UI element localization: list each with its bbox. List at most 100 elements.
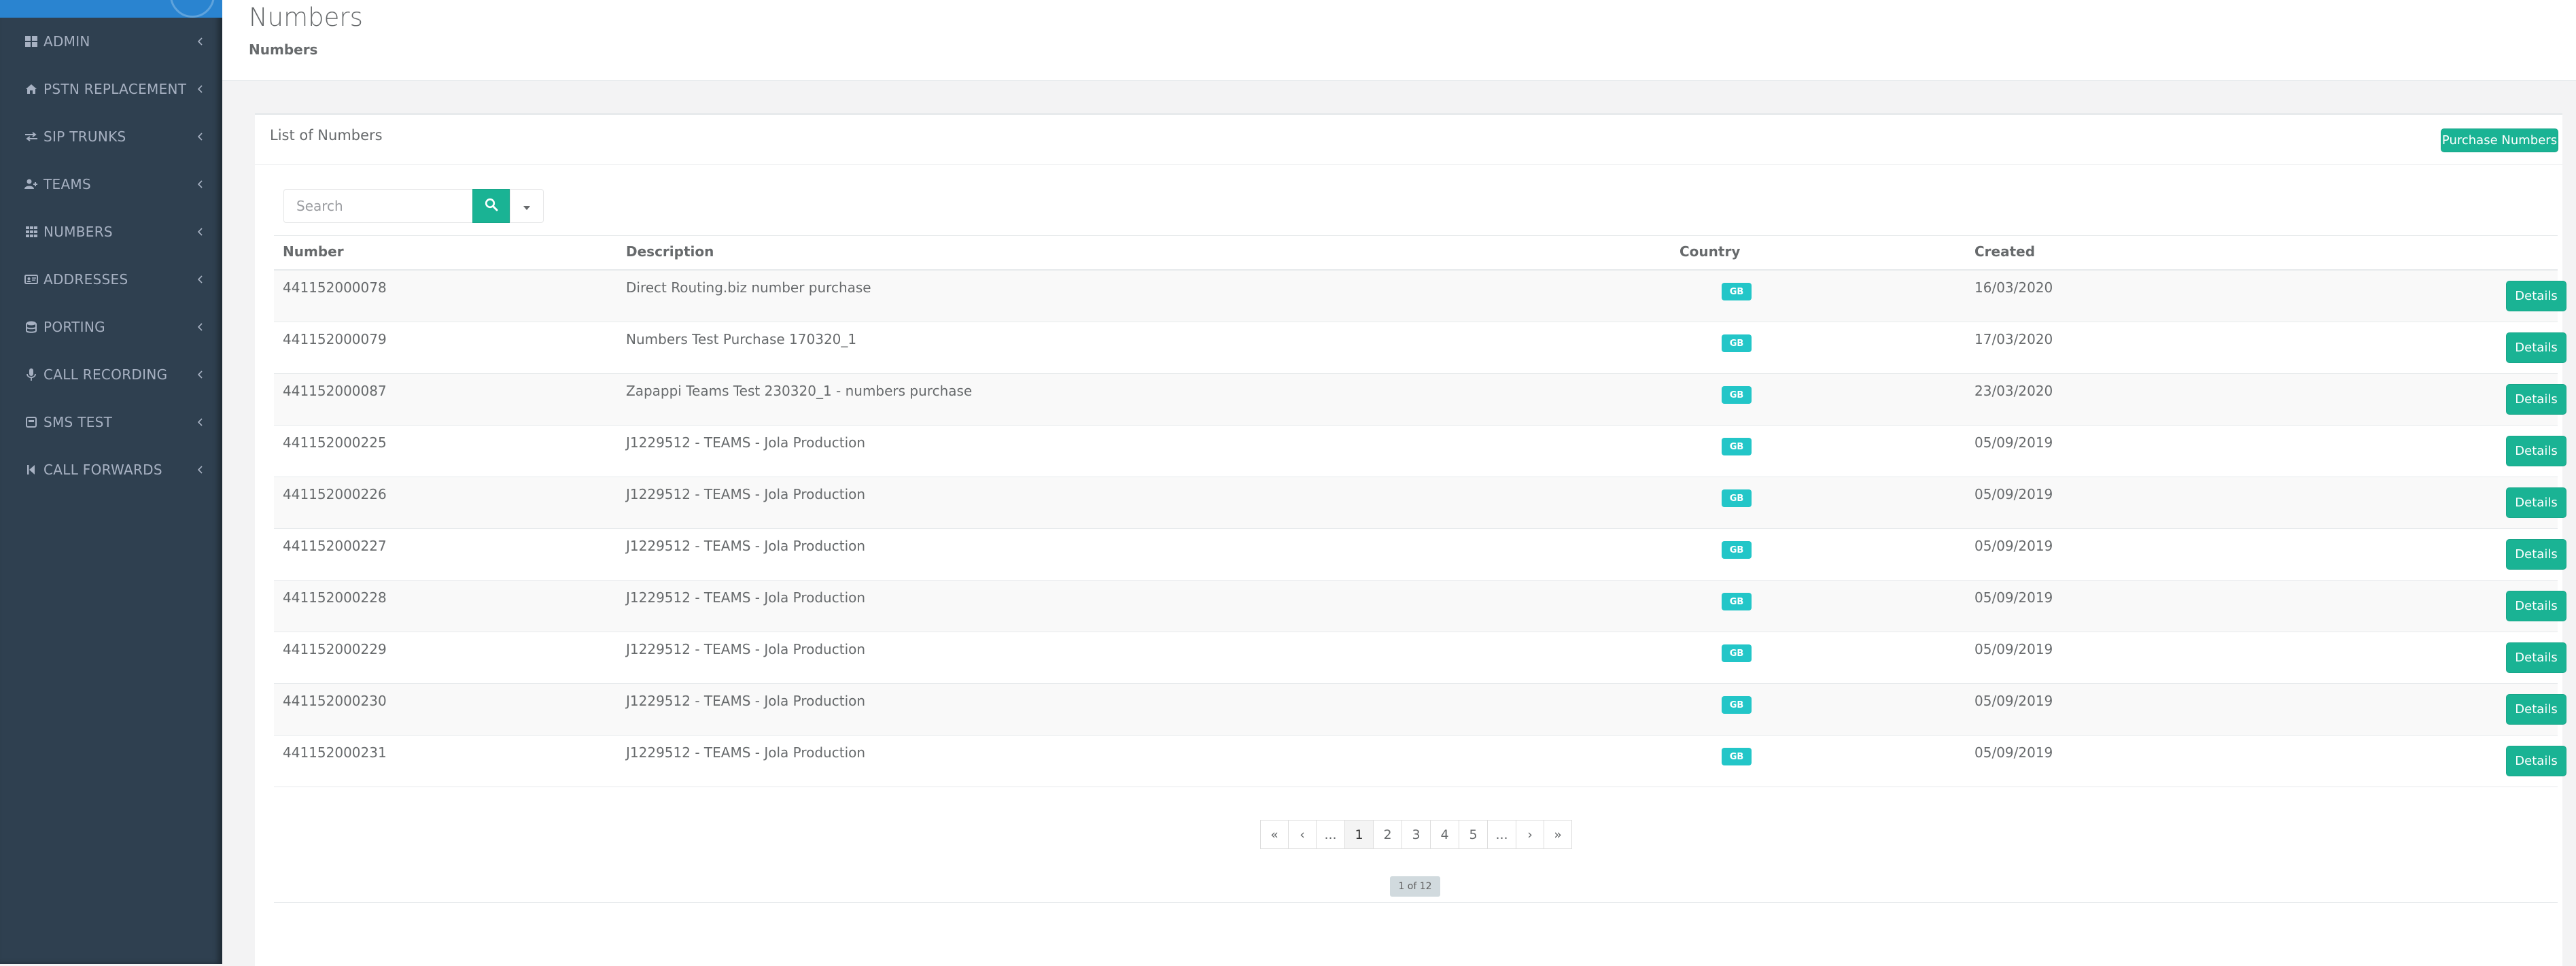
page-button-2[interactable]: 2 [1373, 820, 1402, 849]
details-button[interactable]: Details [2506, 746, 2566, 776]
sidebar-item-label: PORTING [43, 319, 105, 335]
sidebar-item-porting[interactable]: PORTING [0, 308, 222, 346]
pagination: « ‹ ... 1 2 3 4 5 ... › » [1260, 820, 1572, 849]
number-cell: 441152000225 [283, 434, 387, 451]
number-cell: 441152000228 [283, 589, 387, 606]
details-button[interactable]: Details [2506, 281, 2566, 311]
sidebar-item-call-recording[interactable]: CALL RECORDING [0, 356, 222, 394]
details-button[interactable]: Details [2506, 332, 2566, 363]
sidebar-item-teams[interactable]: TEAMS [0, 165, 222, 203]
details-button[interactable]: Details [2506, 436, 2566, 466]
page-first-button[interactable]: « [1260, 820, 1289, 849]
search-input[interactable] [283, 189, 472, 223]
description-cell: J1229512 - TEAMS - Jola Production [626, 641, 866, 657]
sidebar-item-sip-trunks[interactable]: SIP TRUNKS [0, 118, 222, 156]
page-next-button[interactable]: › [1516, 820, 1544, 849]
details-button[interactable]: Details [2506, 642, 2566, 673]
chevron-left-icon [195, 224, 205, 240]
home-icon [23, 81, 39, 97]
country-badge: GB [1722, 696, 1752, 714]
search-options-dropdown[interactable] [510, 189, 544, 223]
chevron-left-icon [195, 271, 205, 288]
th-grid-icon [23, 224, 39, 240]
column-header-country[interactable]: Country [1679, 243, 1740, 260]
description-cell: Zapappi Teams Test 230320_1 - numbers pu… [626, 383, 973, 399]
created-cell: 05/09/2019 [1974, 589, 2053, 606]
chevron-left-icon [195, 128, 205, 145]
details-button[interactable]: Details [2506, 539, 2566, 570]
created-cell: 05/09/2019 [1974, 434, 2053, 451]
sidebar-profile-strip [0, 0, 222, 18]
page-button-3[interactable]: 3 [1402, 820, 1431, 849]
description-cell: J1229512 - TEAMS - Jola Production [626, 744, 866, 761]
sidebar-item-sms-test[interactable]: SMS TEST [0, 403, 222, 441]
country-badge: GB [1722, 438, 1752, 455]
sidebar-item-label: ADDRESSES [43, 271, 128, 288]
page-button-5[interactable]: 5 [1459, 820, 1488, 849]
chevron-left-icon [195, 319, 205, 335]
description-cell: Direct Routing.biz number purchase [626, 279, 871, 296]
page-ellipsis[interactable]: ... [1487, 820, 1516, 849]
created-cell: 05/09/2019 [1974, 538, 2053, 554]
country-badge: GB [1722, 283, 1752, 300]
description-cell: J1229512 - TEAMS - Jola Production [626, 589, 866, 606]
dashboard-grid-icon [23, 33, 39, 50]
table-row: 441152000230 J1229512 - TEAMS - Jola Pro… [274, 684, 2566, 736]
number-cell: 441152000226 [283, 486, 387, 502]
table-row: 441152000227 J1229512 - TEAMS - Jola Pro… [274, 529, 2566, 581]
exchange-arrows-icon [23, 128, 39, 145]
sidebar-item-label: ADMIN [43, 33, 90, 50]
created-cell: 23/03/2020 [1974, 383, 2053, 399]
page-button-4[interactable]: 4 [1430, 820, 1459, 849]
user-plus-icon [23, 176, 39, 192]
page-ellipsis[interactable]: ... [1316, 820, 1345, 849]
sidebar-item-label: SMS TEST [43, 414, 113, 430]
created-cell: 05/09/2019 [1974, 693, 2053, 709]
sidebar-item-call-forwards[interactable]: CALL FORWARDS [0, 451, 222, 489]
table-row: 441152000087 Zapappi Teams Test 230320_1… [274, 374, 2566, 426]
numbers-panel: List of Numbers Purchase Numbers Number … [255, 113, 2566, 966]
sidebar-item-pstn-replacement[interactable]: PSTN REPLACEMENT [0, 70, 222, 108]
sms-box-icon [23, 414, 39, 430]
country-badge: GB [1722, 644, 1752, 662]
table-row: 441152000078 Direct Routing.biz number p… [274, 271, 2566, 322]
number-cell: 441152000087 [283, 383, 387, 399]
purchase-numbers-button[interactable]: Purchase Numbers [2441, 128, 2558, 152]
sidebar-item-numbers[interactable]: NUMBERS [0, 213, 222, 251]
sidebar-item-addresses[interactable]: ADDRESSES [0, 260, 222, 298]
description-cell: J1229512 - TEAMS - Jola Production [626, 434, 866, 451]
page-prev-button[interactable]: ‹ [1288, 820, 1317, 849]
created-cell: 16/03/2020 [1974, 279, 2053, 296]
page-last-button[interactable]: » [1544, 820, 1572, 849]
description-cell: J1229512 - TEAMS - Jola Production [626, 693, 866, 709]
details-button[interactable]: Details [2506, 694, 2566, 725]
sidebar-item-label: NUMBERS [43, 224, 113, 240]
column-header-created[interactable]: Created [1974, 243, 2035, 260]
breadcrumb: Numbers [249, 41, 318, 58]
divider [255, 164, 2562, 165]
details-button[interactable]: Details [2506, 487, 2566, 518]
column-header-number[interactable]: Number [283, 243, 344, 260]
microphone-icon [23, 366, 39, 383]
number-cell: 441152000231 [283, 744, 387, 761]
chevron-left-icon [195, 176, 205, 192]
details-button[interactable]: Details [2506, 384, 2566, 415]
column-header-description[interactable]: Description [626, 243, 714, 260]
country-badge: GB [1722, 386, 1752, 404]
number-cell: 441152000229 [283, 641, 387, 657]
country-badge: GB [1722, 541, 1752, 559]
created-cell: 05/09/2019 [1974, 486, 2053, 502]
number-cell: 441152000079 [283, 331, 387, 347]
search-button[interactable] [472, 189, 510, 223]
details-button[interactable]: Details [2506, 591, 2566, 621]
table-row: 441152000226 J1229512 - TEAMS - Jola Pro… [274, 477, 2566, 529]
step-forward-icon [23, 462, 39, 478]
table-row: 441152000228 J1229512 - TEAMS - Jola Pro… [274, 581, 2566, 632]
page-button-1[interactable]: 1 [1344, 820, 1374, 849]
country-badge: GB [1722, 489, 1752, 507]
number-cell: 441152000227 [283, 538, 387, 554]
sidebar-item-label: SIP TRUNKS [43, 128, 126, 145]
address-card-icon [23, 271, 39, 288]
sidebar-item-admin[interactable]: ADMIN [0, 22, 222, 61]
chevron-left-icon [195, 462, 205, 478]
